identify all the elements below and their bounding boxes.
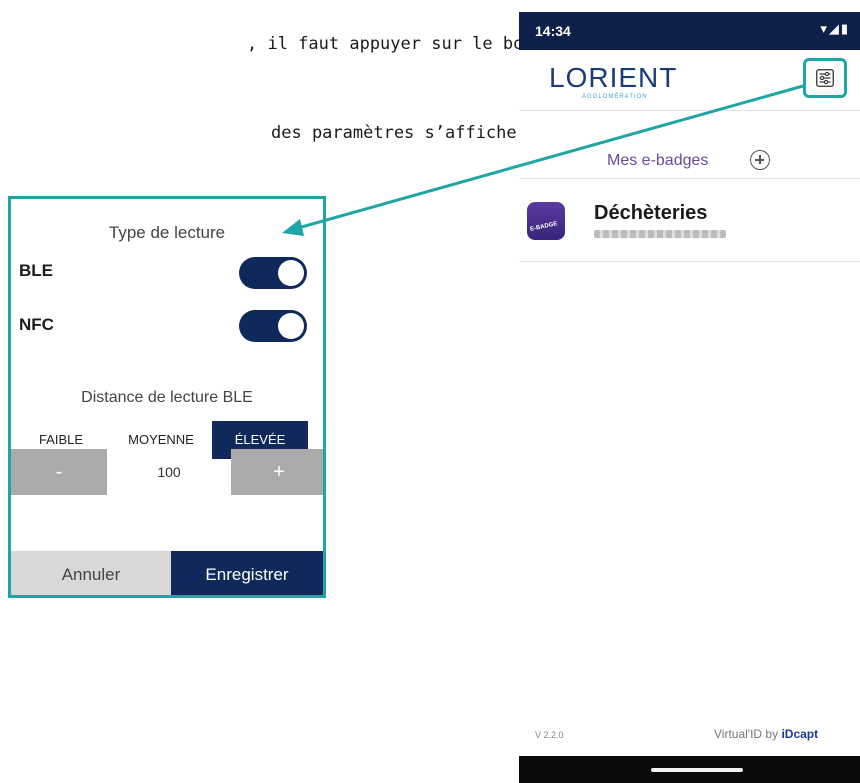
callout-arrow-line [297,84,804,230]
callout-arrow [282,84,804,236]
callout-arrow-head [282,219,304,236]
